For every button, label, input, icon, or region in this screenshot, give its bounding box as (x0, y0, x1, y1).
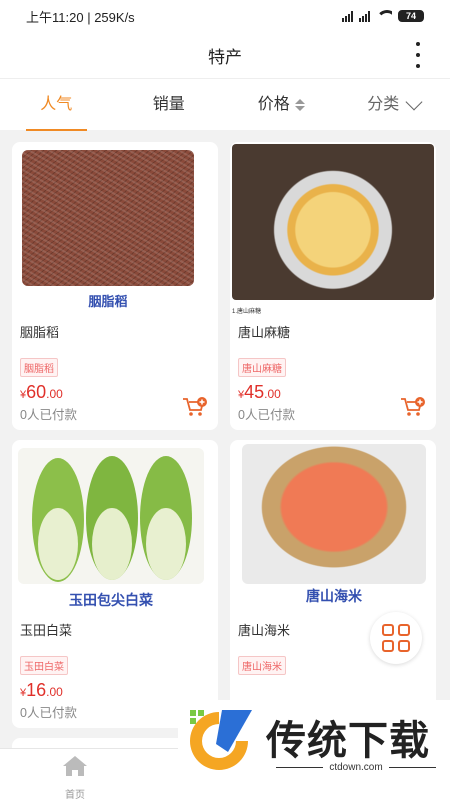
chevron-down-icon (405, 93, 423, 110)
product-card[interactable]: 1.唐山麻糖 唐山麻糖 唐山麻糖 ¥45.00 0人已付款 (230, 142, 436, 430)
watermark: 传统下载 ctdown.com (178, 700, 450, 800)
page-title: 特产 (208, 47, 242, 67)
sold-count: 0人已付款 (238, 408, 295, 422)
product-image: 玉田包尖白菜 (18, 448, 204, 608)
product-image (232, 144, 434, 300)
signal-icon-2 (359, 10, 370, 22)
product-name: 唐山麻糖 (238, 325, 291, 340)
product-tag: 唐山海米 (238, 656, 286, 675)
product-name: 玉田白菜 (20, 623, 73, 638)
status-left: 上午11:20 | 259K/s (26, 9, 135, 25)
add-to-cart-icon[interactable] (400, 396, 426, 418)
network-speed: 259K/s (94, 9, 135, 25)
wifi-icon (376, 10, 392, 22)
product-card[interactable]: 唐山海米 唐山海米 唐山海米 (230, 440, 436, 728)
product-tag: 唐山麻糖 (238, 358, 286, 377)
product-price: ¥45.00 (238, 382, 281, 402)
nav-label-home: 首页 (65, 790, 85, 800)
product-name: 唐山海米 (238, 623, 291, 638)
tab-price[interactable]: 价格 (225, 79, 338, 131)
cabbage-illustration (32, 456, 192, 582)
watermark-logo (190, 710, 252, 770)
signal-icon (342, 10, 353, 22)
product-name: 胭脂稻 (20, 325, 60, 340)
status-time: 上午11:20 (26, 9, 84, 25)
status-icons: 74 (342, 10, 424, 22)
watermark-title: 传统下载 (266, 718, 430, 764)
sold-count: 0人已付款 (20, 706, 77, 720)
image-caption: 玉田包尖白菜 (69, 592, 153, 608)
title-bar: 特产 (0, 32, 450, 78)
add-to-cart-icon[interactable] (182, 396, 208, 418)
home-icon (63, 756, 87, 776)
sort-arrows-icon (294, 98, 305, 111)
image-caption: 胭脂稻 (88, 294, 128, 309)
image-caption: 唐山海米 (306, 588, 362, 604)
product-image: 唐山海米 (242, 444, 426, 604)
tab-popularity[interactable]: 人气 (0, 79, 113, 131)
sort-tabs: 人气 销量 价格 分类 (0, 78, 450, 131)
sold-count: 0人已付款 (20, 408, 77, 422)
product-tag: 玉田白菜 (20, 656, 68, 675)
category-grid-button[interactable] (370, 612, 422, 664)
product-tag: 胭脂稻 (20, 358, 58, 377)
product-card[interactable]: 玉田包尖白菜 玉田白菜 玉田白菜 ¥16.00 0人已付款 (12, 440, 218, 728)
product-price: ¥16.00 (20, 680, 63, 700)
more-options-icon[interactable] (414, 42, 422, 68)
status-bar: 上午11:20 | 259K/s 74 (0, 0, 450, 32)
tab-sales[interactable]: 销量 (113, 79, 226, 131)
product-image: 胭脂稻 (22, 150, 194, 309)
watermark-url: ctdown.com (276, 762, 436, 773)
product-card[interactable]: 胭脂稻 胭脂稻 胭脂稻 ¥60.00 0人已付款 (12, 142, 218, 430)
product-price: ¥60.00 (20, 382, 63, 402)
image-caption: 1.唐山麻糖 (232, 309, 262, 315)
tab-category[interactable]: 分类 (338, 79, 450, 131)
battery-icon: 74 (398, 10, 424, 22)
nav-item-home[interactable]: 首页 (52, 755, 98, 800)
